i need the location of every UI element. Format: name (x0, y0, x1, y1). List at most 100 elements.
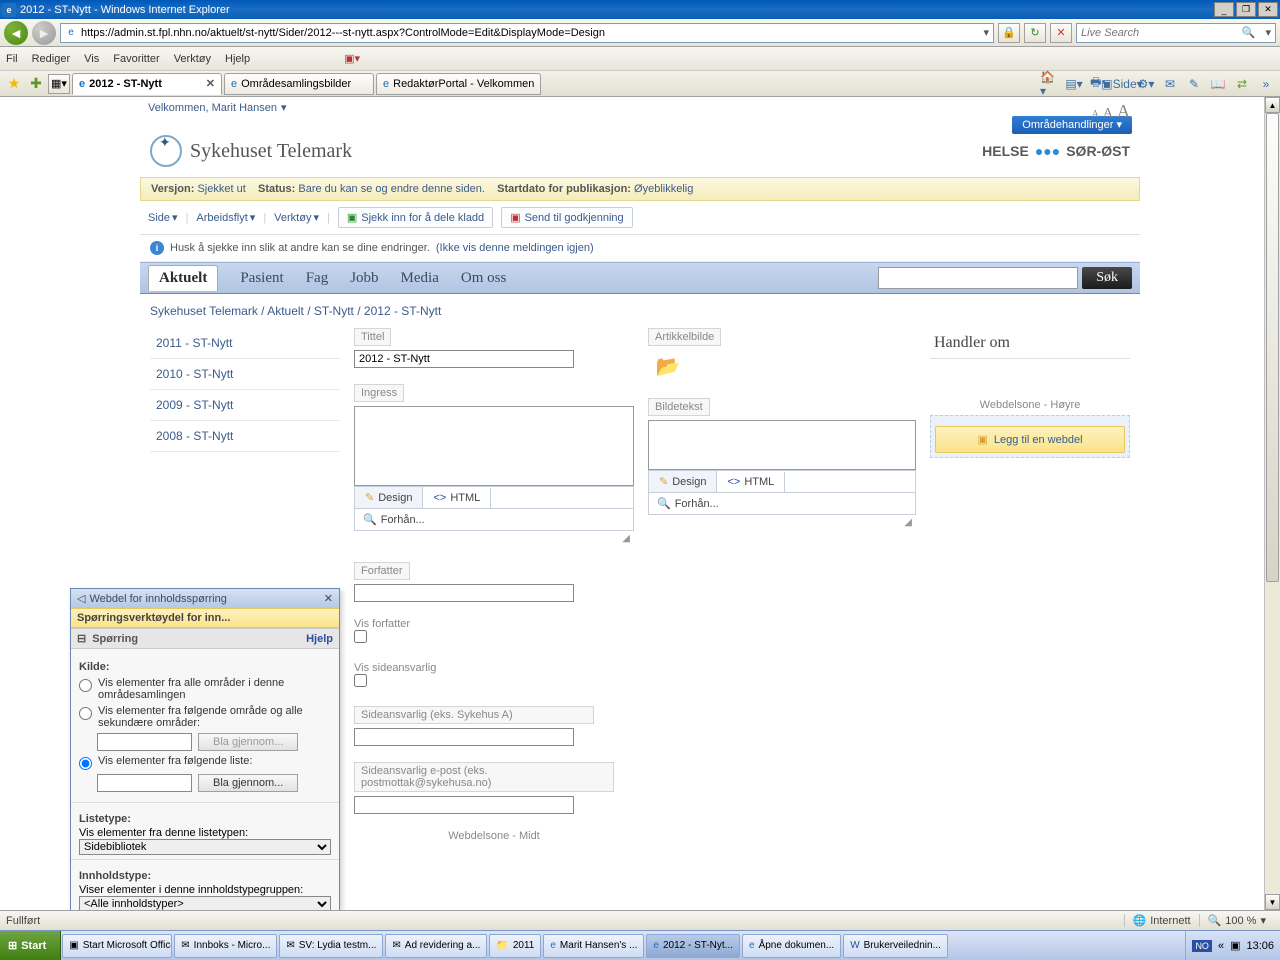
nav-fag[interactable]: Fag (306, 270, 329, 287)
content-type-group-select[interactable]: <Alle innholdstyper> (79, 896, 331, 910)
research-icon[interactable]: 📖 (1208, 74, 1228, 94)
page-resp-input[interactable] (354, 728, 574, 746)
home-icon[interactable]: 🏠▾ (1040, 74, 1060, 94)
feeds-icon[interactable]: ▤▾ (1064, 74, 1084, 94)
resize-handle-icon[interactable]: ◢ (648, 515, 916, 530)
menu-tools[interactable]: Verktøy (174, 53, 211, 65)
scroll-down-icon[interactable]: ▼ (1265, 894, 1280, 910)
start-button[interactable]: ⊞ Start (0, 931, 61, 960)
search-dropdown-icon[interactable]: ▾ (1261, 26, 1275, 39)
list-path-input[interactable] (97, 774, 192, 792)
subnav-0[interactable]: 2011 - ST-Nytt (150, 328, 340, 359)
startdate-link[interactable]: Øyeblikkelig (634, 183, 693, 195)
subnav-1[interactable]: 2010 - ST-Nytt (150, 359, 340, 390)
section-toggle-icon[interactable]: ⊟ (77, 632, 86, 645)
taskbar-item-4[interactable]: 📁2011 (489, 934, 541, 958)
address-bar[interactable]: e ▾ (60, 23, 994, 43)
rte-html-tab[interactable]: <>HTML (423, 488, 491, 508)
tb-workflow[interactable]: Arbeidsflyt ▾ (196, 211, 255, 224)
tab-2[interactable]: e RedaktørPortal - Velkommen (376, 73, 541, 95)
stop-button[interactable]: ✕ (1050, 23, 1072, 43)
crumb-2[interactable]: ST-Nytt (314, 304, 354, 318)
taskbar-item-3[interactable]: ✉Ad revidering a... (385, 934, 487, 958)
taskbar-item-7[interactable]: eÅpne dokumen... (742, 934, 841, 958)
sync-icon[interactable]: ⇄ (1232, 74, 1252, 94)
rte-design-tab[interactable]: ✎Design (355, 487, 423, 508)
menu-file[interactable]: Fil (6, 53, 18, 65)
version-link[interactable]: Sjekket ut (197, 183, 245, 195)
language-indicator[interactable]: NO (1192, 940, 1212, 952)
status-link[interactable]: Bare du kan se og endre denne siden. (298, 183, 485, 195)
dismiss-message-link[interactable]: (Ikke vis denne meldingen igjen) (436, 242, 594, 254)
nav-media[interactable]: Media (401, 270, 439, 287)
close-button[interactable]: ✕ (1258, 2, 1278, 17)
list-type-select[interactable]: Sidebibliotek (79, 839, 331, 855)
menu-view[interactable]: Vis (84, 53, 99, 65)
taskbar-item-8[interactable]: WBrukerveilednin... (843, 934, 948, 958)
crumb-1[interactable]: Aktuelt (267, 304, 304, 318)
caption-editor[interactable] (648, 420, 916, 470)
tab-close-icon[interactable]: ✕ (206, 77, 215, 90)
image-picker-icon[interactable]: 📂 (648, 350, 688, 382)
text-size-picker[interactable]: AAA (1088, 101, 1130, 122)
resize-handle-icon[interactable]: ◢ (354, 531, 634, 546)
scroll-up-icon[interactable]: ▲ (1265, 97, 1280, 113)
source-radio-site[interactable] (79, 707, 92, 720)
address-input[interactable] (81, 27, 979, 39)
tb-tools[interactable]: Verktøy ▾ (274, 211, 319, 224)
rte-preview-btn-2[interactable]: 🔍Forhån... (648, 493, 916, 515)
show-author-checkbox[interactable] (354, 630, 367, 643)
maximize-button[interactable]: ❐ (1236, 2, 1256, 17)
system-tray[interactable]: NO « ▣ 13:06 (1185, 931, 1280, 960)
user-dropdown-icon[interactable]: ▾ (281, 101, 287, 114)
tools-icon[interactable]: ⚙▾ (1136, 74, 1156, 94)
ingress-editor[interactable] (354, 406, 634, 486)
subnav-3[interactable]: 2008 - ST-Nytt (150, 421, 340, 452)
search-box[interactable]: 🔍 ▾ (1076, 23, 1276, 43)
site-search-input[interactable] (878, 267, 1078, 289)
page-menu[interactable]: ▣ Side ▾ (1112, 74, 1132, 94)
refresh-button[interactable]: ↻ (1024, 23, 1046, 43)
site-logo[interactable]: Sykehuset Telemark (150, 135, 352, 167)
address-dropdown-icon[interactable]: ▾ (979, 26, 993, 39)
title-input[interactable] (354, 350, 574, 368)
taskbar-item-1[interactable]: ✉Innboks - Micro... (174, 934, 277, 958)
toolpane-collapse-icon[interactable]: ◁ (77, 592, 85, 605)
crumb-0[interactable]: Sykehuset Telemark (150, 304, 258, 318)
add-favorite-icon[interactable]: ✚ (26, 74, 46, 94)
rte-preview-btn[interactable]: 🔍Forhån... (354, 509, 634, 531)
vertical-scrollbar[interactable]: ▲ ▼ (1264, 97, 1280, 910)
ssl-lock-icon[interactable]: 🔒 (998, 23, 1020, 43)
nav-aktuelt[interactable]: Aktuelt (148, 265, 218, 291)
expand-icon[interactable]: » (1256, 74, 1276, 94)
tray-expand-icon[interactable]: « (1218, 940, 1224, 952)
subnav-2[interactable]: 2009 - ST-Nytt (150, 390, 340, 421)
menu-edit[interactable]: Rediger (32, 53, 71, 65)
rte-design-tab-2[interactable]: ✎Design (649, 471, 717, 492)
clock[interactable]: 13:06 (1246, 940, 1274, 952)
help-link[interactable]: Hjelp (306, 633, 333, 645)
site-path-input[interactable] (97, 733, 192, 751)
rte-html-tab-2[interactable]: <>HTML (717, 472, 785, 492)
taskbar-item-0[interactable]: ▣Start Microsoft Office...» (62, 934, 172, 958)
edit-icon[interactable]: ✎ (1184, 74, 1204, 94)
back-button[interactable]: ◄ (4, 21, 28, 45)
nav-pasient[interactable]: Pasient (240, 270, 283, 287)
minimize-button[interactable]: _ (1214, 2, 1234, 17)
content-query-toolpane[interactable]: ◁ Webdel for innholdsspørring ✕ Spørring… (70, 588, 340, 910)
tab-0[interactable]: e 2012 - ST-Nytt ✕ (72, 73, 222, 95)
nav-jobb[interactable]: Jobb (350, 270, 378, 287)
taskbar-item-2[interactable]: ✉SV: Lydia testm... (279, 934, 383, 958)
source-radio-list[interactable] (79, 757, 92, 770)
show-resp-checkbox[interactable] (354, 674, 367, 687)
author-input[interactable] (354, 584, 574, 602)
mail-icon[interactable]: ✉ (1160, 74, 1180, 94)
menu-help[interactable]: Hjelp (225, 53, 250, 65)
quick-tabs-button[interactable]: ▦▾ (48, 74, 70, 94)
welcome-user[interactable]: Velkommen, Marit Hansen (148, 102, 277, 114)
zoom-control[interactable]: 🔍100 % ▾ (1199, 914, 1274, 927)
forward-button[interactable]: ► (32, 21, 56, 45)
send-approval-button[interactable]: ▣Send til godkjenning (501, 207, 632, 228)
tb-page[interactable]: Side ▾ (148, 211, 178, 224)
zone-internet[interactable]: 🌐Internett (1124, 914, 1199, 927)
